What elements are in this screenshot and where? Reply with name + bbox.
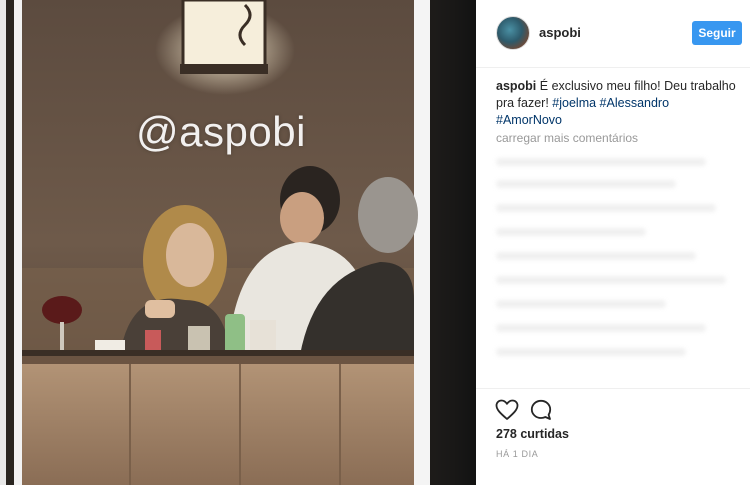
username-link[interactable]: aspobi xyxy=(539,25,581,40)
comment-placeholder xyxy=(496,276,726,284)
post-header: aspobi Seguir xyxy=(476,0,750,68)
caption: aspobi É exclusivo meu filho! Deu trabal… xyxy=(496,78,736,129)
post-photo[interactable]: @aspobi xyxy=(0,0,476,485)
hashtag-link[interactable]: #AmorNovo xyxy=(496,113,562,127)
photo-image xyxy=(0,0,476,485)
post-panel: aspobi Seguir aspobi É exclusivo meu fil… xyxy=(476,0,750,485)
comment-placeholder xyxy=(496,324,706,332)
likes-count[interactable]: 278 curtidas xyxy=(496,427,569,441)
comment-placeholder xyxy=(496,252,696,260)
hashtag-link[interactable]: #Alessandro xyxy=(600,96,670,110)
instagram-post-page: @aspobi aspobi Seguir aspobi É exclusivo… xyxy=(0,0,750,485)
post-actions: 278 curtidas HÁ 1 DIA xyxy=(476,388,750,485)
comments-list xyxy=(496,152,736,377)
comment-placeholder xyxy=(496,204,716,212)
follow-button[interactable]: Seguir xyxy=(692,21,742,45)
heart-icon[interactable] xyxy=(495,399,519,421)
avatar[interactable] xyxy=(496,16,530,50)
comment-placeholder xyxy=(496,228,646,236)
caption-username[interactable]: aspobi xyxy=(496,79,536,93)
comment-placeholder xyxy=(496,180,676,188)
comment-placeholder xyxy=(496,300,666,308)
comment-placeholder xyxy=(496,348,686,356)
hashtag-link[interactable]: #joelma xyxy=(552,96,596,110)
load-more-comments-link[interactable]: carregar mais comentários xyxy=(496,131,638,145)
comment-icon[interactable] xyxy=(530,399,552,421)
watermark-text: @aspobi xyxy=(136,108,306,155)
comment-placeholder xyxy=(496,158,706,166)
post-timestamp[interactable]: HÁ 1 DIA xyxy=(496,449,538,459)
